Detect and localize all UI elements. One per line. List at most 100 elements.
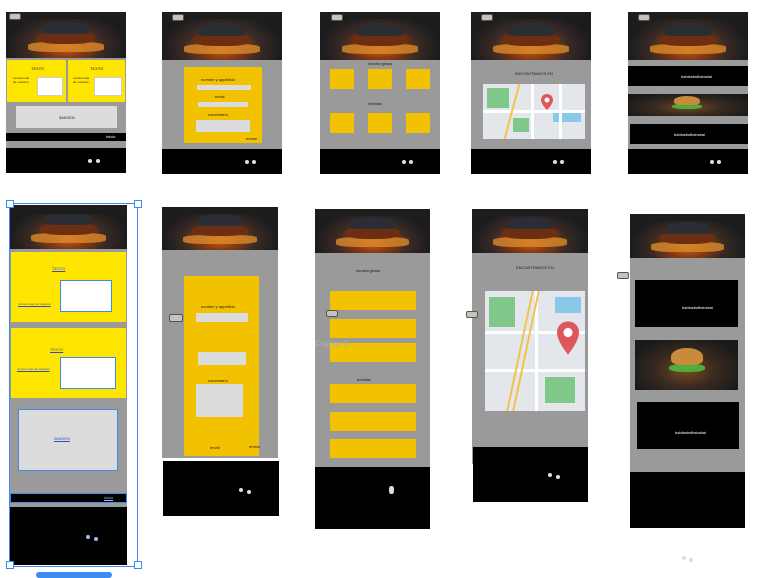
social-dot-icon[interactable] xyxy=(710,160,714,164)
logo-icon[interactable] xyxy=(638,14,650,21)
email-label: email xyxy=(215,94,225,99)
frame-label: Frame 1 xyxy=(315,339,349,349)
promo-card-1[interactable] xyxy=(635,280,738,327)
frame-mobile-location[interactable]: ENCONTRANOS EN xyxy=(472,209,588,464)
social-dot-icon[interactable] xyxy=(717,160,721,164)
drink-tile[interactable] xyxy=(330,384,416,403)
frame-mobile-contact[interactable]: nombre y appellido comentario email envi… xyxy=(162,207,278,458)
inicio-link[interactable]: Inicio xyxy=(106,134,115,139)
social-dot-icon[interactable] xyxy=(689,558,693,562)
drink-tile[interactable] xyxy=(330,412,416,431)
social-dot-icon[interactable] xyxy=(553,160,557,164)
footer xyxy=(162,149,282,174)
footer xyxy=(6,148,126,173)
top-nav xyxy=(472,209,588,216)
logo-icon[interactable] xyxy=(617,272,629,279)
social-dot-icon[interactable] xyxy=(556,475,560,479)
name-label: nombre y appellido xyxy=(201,77,235,82)
resize-handle[interactable] xyxy=(6,200,14,208)
frame-desktop-promos[interactable]: bsbfasbsfbsbsbai bsbfasbsfbsbsbai xyxy=(628,12,748,174)
social-dot-icon[interactable] xyxy=(682,556,686,560)
text-box-2-body[interactable]: conoce mas de nosotros xyxy=(73,76,93,84)
social-dot-icon[interactable] xyxy=(402,160,406,164)
promo-card-1-text: bsbfasbsfbsbsbai xyxy=(682,305,713,310)
send-button[interactable]: enviar xyxy=(249,444,260,449)
selection-outline[interactable] xyxy=(9,203,138,567)
burger-tile[interactable] xyxy=(406,69,430,89)
social-dot-icon[interactable] xyxy=(245,160,249,164)
text-box-1-title: TEXTO xyxy=(31,66,45,71)
social-dot-icon[interactable] xyxy=(252,160,256,164)
logo-icon[interactable] xyxy=(331,14,343,21)
burger-tile[interactable] xyxy=(330,319,416,338)
size-badge xyxy=(36,572,112,578)
location-title: ENCONTRANOS EN xyxy=(515,71,553,76)
resize-handle[interactable] xyxy=(134,561,142,569)
promo-card-2-text: bsbfasbsfbsbsbai xyxy=(675,430,706,435)
contact-form xyxy=(184,276,259,456)
text-box-2-title: TEXTO xyxy=(90,66,104,71)
promo-card-2-text: bsbfasbsfbsbsbai xyxy=(674,132,705,137)
promo-card-2[interactable] xyxy=(637,402,739,449)
frame-mobile-menu[interactable]: hamburgesas Frame 1 bebidas xyxy=(315,209,430,467)
email-label: email xyxy=(210,445,220,450)
drink-tile[interactable] xyxy=(368,113,392,133)
frame-desktop-location[interactable]: ENCONTRANOS EN xyxy=(471,12,591,174)
drink-tile[interactable] xyxy=(406,113,430,133)
footer xyxy=(320,149,440,174)
top-nav xyxy=(630,214,745,221)
social-dot-icon[interactable] xyxy=(548,473,552,477)
social-dot-icon[interactable] xyxy=(96,159,100,163)
text-box-1-body[interactable]: conoce mas de nosotros xyxy=(13,76,33,84)
drink-tile[interactable] xyxy=(330,439,416,458)
location-map[interactable] xyxy=(483,84,585,139)
text-box-2-image xyxy=(94,77,122,96)
promo-card-1-text: bsbfasbsfbsbsbai xyxy=(681,74,712,79)
location-map[interactable] xyxy=(485,291,585,411)
resize-handle[interactable] xyxy=(6,561,14,569)
location-title: ENCONTRANOS EN xyxy=(516,265,554,270)
resize-handle[interactable] xyxy=(134,200,142,208)
logo-icon[interactable] xyxy=(172,14,184,21)
drinks-heading: bebidas xyxy=(357,377,372,382)
image-placeholder-label: IMAGEN xyxy=(59,115,75,120)
send-button[interactable]: enviar xyxy=(246,136,257,141)
logo-icon[interactable] xyxy=(481,14,493,21)
burger-tile[interactable] xyxy=(368,69,392,89)
frame-desktop-home[interactable]: TEXTO conoce mas de nosotros TEXTO conoc… xyxy=(6,12,126,173)
name-field[interactable] xyxy=(196,313,248,322)
top-nav xyxy=(315,209,430,216)
footer xyxy=(163,461,279,516)
logo-icon[interactable] xyxy=(9,13,21,20)
drinks-heading: bebidas xyxy=(368,101,383,106)
social-dot-icon[interactable] xyxy=(560,160,564,164)
social-dot-icon[interactable] xyxy=(247,490,251,494)
burger-photo xyxy=(635,340,738,390)
social-dot-icon[interactable] xyxy=(389,486,394,494)
name-label: nombre y appellido xyxy=(201,304,235,309)
map-pin-icon xyxy=(557,321,579,355)
frame-desktop-menu[interactable]: hamburgesas bebidas xyxy=(320,12,440,174)
social-dot-icon[interactable] xyxy=(239,488,243,492)
comment-field[interactable] xyxy=(196,384,243,417)
burger-tile[interactable] xyxy=(330,291,416,310)
logo-icon[interactable] xyxy=(326,310,338,317)
map-pin-icon xyxy=(541,94,553,110)
drink-tile[interactable] xyxy=(330,113,354,133)
frame-desktop-contact[interactable]: nombre y appellido email comentario envi… xyxy=(162,12,282,174)
logo-icon[interactable] xyxy=(169,314,183,322)
footer xyxy=(628,149,748,174)
top-nav xyxy=(162,207,278,214)
email-field[interactable] xyxy=(198,102,248,107)
social-dot-icon[interactable] xyxy=(88,159,92,163)
burger-tile[interactable] xyxy=(330,69,354,89)
email-field[interactable] xyxy=(198,352,246,365)
burger-photo xyxy=(628,94,748,116)
comment-field[interactable] xyxy=(196,120,250,132)
frame-mobile-promos[interactable]: bsbfasbsfbsbsbai bsbfasbsfbsbsbai xyxy=(630,214,745,528)
hamburgers-heading: hamburgesas xyxy=(368,61,393,66)
name-field[interactable] xyxy=(197,85,251,90)
logo-icon[interactable] xyxy=(466,311,478,318)
comment-label: comentario xyxy=(208,112,228,117)
social-dot-icon[interactable] xyxy=(409,160,413,164)
